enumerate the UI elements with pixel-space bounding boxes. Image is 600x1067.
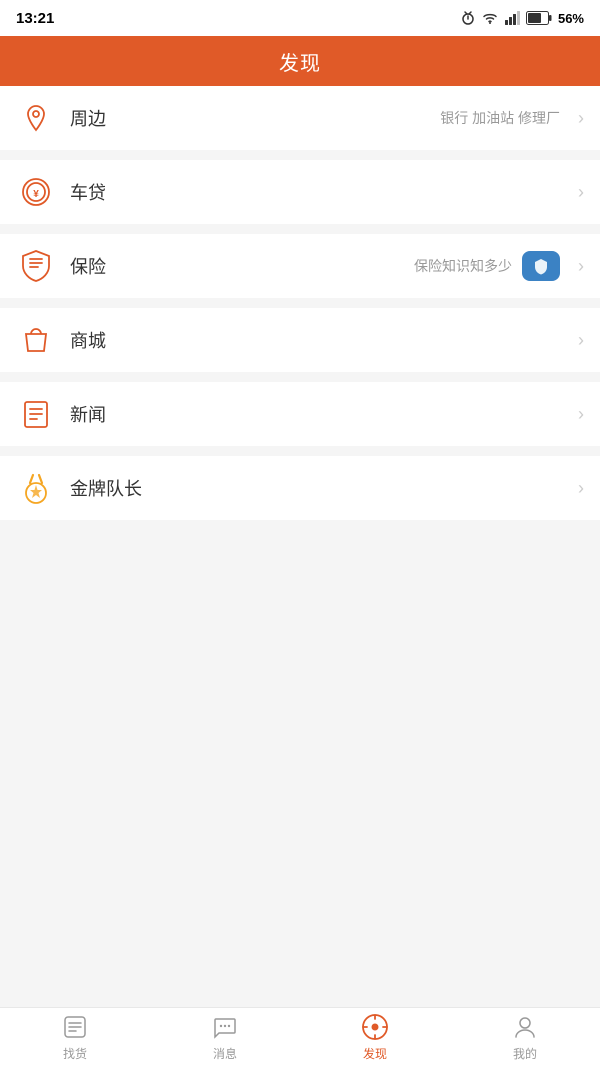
mine-icon <box>511 1013 539 1041</box>
insurance-hint: 保险知识知多少 <box>414 256 512 276</box>
menu-group-insurance: 保险 保险知识知多少 › <box>0 234 600 298</box>
mall-label: 商城 <box>70 327 106 353</box>
find-goods-label: 找货 <box>63 1045 87 1062</box>
tab-mine[interactable]: 我的 <box>450 1008 600 1067</box>
captain-right: › <box>570 478 584 499</box>
message-label: 消息 <box>213 1045 237 1062</box>
captain-icon <box>16 468 56 508</box>
battery-icon <box>526 11 552 25</box>
menu-item-captain[interactable]: 金牌队长 › <box>0 456 600 520</box>
menu-group-news: 新闻 › <box>0 382 600 446</box>
discover-icon <box>361 1013 389 1041</box>
carloan-right: › <box>570 182 584 203</box>
menu-group-carloan: ¥ 车贷 › <box>0 160 600 224</box>
news-right: › <box>570 404 584 425</box>
main-content: 周边 银行 加油站 修理厂 › ¥ 车贷 › <box>0 86 600 1007</box>
tab-message[interactable]: 消息 <box>150 1008 300 1067</box>
status-time: 13:21 <box>16 10 54 27</box>
menu-item-mall[interactable]: 商城 › <box>0 308 600 372</box>
insurance-right: 保险知识知多少 › <box>414 251 584 281</box>
wifi-icon <box>482 10 498 26</box>
mall-right: › <box>570 330 584 351</box>
message-icon <box>211 1013 239 1041</box>
menu-item-insurance[interactable]: 保险 保险知识知多少 › <box>0 234 600 298</box>
tab-bar: 找货 消息 发现 <box>0 1007 600 1067</box>
status-icons: 56% <box>460 10 584 26</box>
nearby-hint: 银行 加油站 修理厂 <box>440 108 560 128</box>
menu-item-carloan[interactable]: ¥ 车贷 › <box>0 160 600 224</box>
nearby-label: 周边 <box>70 105 106 131</box>
discover-label: 发现 <box>363 1045 387 1062</box>
mine-label: 我的 <box>513 1045 537 1062</box>
carloan-icon: ¥ <box>16 172 56 212</box>
news-chevron: › <box>578 404 584 425</box>
nearby-chevron: › <box>578 108 584 129</box>
mall-chevron: › <box>578 330 584 351</box>
captain-label: 金牌队长 <box>70 475 142 501</box>
nearby-right: 银行 加油站 修理厂 › <box>440 108 584 129</box>
menu-item-news[interactable]: 新闻 › <box>0 382 600 446</box>
menu-group-captain: 金牌队长 › <box>0 456 600 520</box>
insurance-badge[interactable] <box>522 251 560 281</box>
signal-icon <box>504 10 520 26</box>
insurance-icon <box>16 246 56 286</box>
insurance-label: 保险 <box>70 253 106 279</box>
captain-chevron: › <box>578 478 584 499</box>
battery-pct: 56% <box>558 11 584 26</box>
empty-area <box>0 530 600 830</box>
menu-item-nearby[interactable]: 周边 银行 加油站 修理厂 › <box>0 86 600 150</box>
news-label: 新闻 <box>70 401 106 427</box>
svg-text:¥: ¥ <box>33 189 39 200</box>
tab-discover[interactable]: 发现 <box>300 1008 450 1067</box>
status-bar: 13:21 56% <box>0 0 600 36</box>
menu-group-mall: 商城 › <box>0 308 600 372</box>
carloan-chevron: › <box>578 182 584 203</box>
carloan-label: 车贷 <box>70 179 106 205</box>
find-goods-icon <box>61 1013 89 1041</box>
nearby-icon <box>16 98 56 138</box>
insurance-chevron: › <box>578 256 584 277</box>
news-icon <box>16 394 56 434</box>
app-header: 发现 <box>0 36 600 86</box>
alarm-icon <box>460 10 476 26</box>
tab-find-goods[interactable]: 找货 <box>0 1008 150 1067</box>
page-title: 发现 <box>279 47 321 76</box>
menu-group-nearby: 周边 银行 加油站 修理厂 › <box>0 86 600 150</box>
mall-icon <box>16 320 56 360</box>
